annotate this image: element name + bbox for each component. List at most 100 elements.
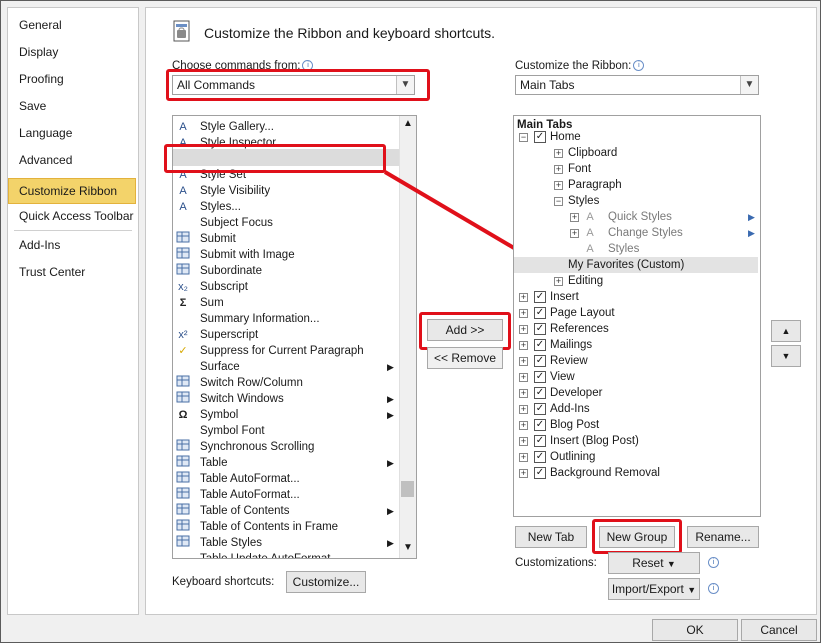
command-list-item[interactable]: Subject Focus [173, 215, 400, 231]
checkbox[interactable]: ✓ [534, 387, 546, 399]
expand-icon[interactable]: + [570, 229, 579, 238]
command-list-item[interactable]: Table AutoFormat... [173, 487, 400, 503]
expand-icon[interactable]: + [570, 213, 579, 222]
command-list-item[interactable]: ✓ Suppress for Current Paragraph [173, 343, 400, 359]
tree-item-custom-group[interactable]: My Favorites (Custom) [514, 257, 758, 273]
command-list-item[interactable]: x₂ Subscript [173, 279, 400, 295]
expand-icon[interactable]: + [519, 309, 528, 318]
checkbox[interactable]: ✓ [534, 323, 546, 335]
command-list-item[interactable]: Ω Symbol ▶ [173, 407, 400, 423]
command-list-item[interactable]: Table of Contents in Frame [173, 519, 400, 535]
cancel-button[interactable]: Cancel [741, 619, 817, 641]
tree-item-tab[interactable]: + ✓ Mailings [514, 337, 758, 353]
add-button[interactable]: Add >> [427, 319, 503, 341]
expand-icon[interactable]: + [519, 437, 528, 446]
new-group-button[interactable]: New Group [599, 526, 675, 548]
command-list-item[interactable]: Table AutoFormat... [173, 471, 400, 487]
command-list-item[interactable]: Subordinate [173, 263, 400, 279]
tree-item-tab[interactable]: + ✓ Background Removal [514, 465, 758, 481]
tree-item-tab[interactable]: + ✓ Insert [514, 289, 758, 305]
checkbox[interactable]: ✓ [534, 355, 546, 367]
command-list-item[interactable]: Submit with Image [173, 247, 400, 263]
tree-item-control[interactable]: A Styles [514, 241, 758, 257]
checkbox[interactable]: ✓ [534, 371, 546, 383]
expand-icon[interactable]: − [554, 197, 563, 206]
sidebar-item-language[interactable]: Language [19, 122, 72, 144]
ok-button[interactable]: OK [652, 619, 738, 641]
checkbox[interactable]: ✓ [534, 403, 546, 415]
expand-icon[interactable]: + [519, 421, 528, 430]
sidebar-item-add-ins[interactable]: Add-Ins [19, 234, 60, 256]
checkbox[interactable]: ✓ [534, 419, 546, 431]
command-list-item[interactable]: Switch Row/Column [173, 375, 400, 391]
sidebar-item-trust-center[interactable]: Trust Center [19, 261, 85, 283]
tree-item-tab[interactable]: + ✓ Page Layout [514, 305, 758, 321]
command-list-item[interactable]: Symbol Font [173, 423, 400, 439]
checkbox[interactable]: ✓ [534, 451, 546, 463]
tree-item-tab[interactable]: + ✓ Blog Post [514, 417, 758, 433]
expand-icon[interactable]: + [519, 405, 528, 414]
scroll-thumb[interactable] [401, 481, 414, 497]
command-list-item[interactable]: Summary Information... [173, 311, 400, 327]
checkbox[interactable]: ✓ [534, 131, 546, 143]
command-list-item[interactable]: Surface ▶ [173, 359, 400, 375]
expand-icon[interactable]: + [519, 341, 528, 350]
command-list-item[interactable]: Switch Windows ▶ [173, 391, 400, 407]
choose-commands-dropdown[interactable]: All Commands ▼ [172, 75, 415, 95]
checkbox[interactable]: ✓ [534, 307, 546, 319]
customize-ribbon-dropdown[interactable]: Main Tabs ▼ [515, 75, 759, 95]
move-down-button[interactable]: ▼ [771, 345, 801, 367]
expand-icon[interactable]: + [519, 325, 528, 334]
tree-item-tab[interactable]: + ✓ View [514, 369, 758, 385]
checkbox[interactable]: ✓ [534, 339, 546, 351]
command-list-item[interactable]: Submit [173, 231, 400, 247]
sidebar-item-advanced[interactable]: Advanced [19, 149, 72, 171]
command-list-item[interactable]: A Style Set [173, 167, 400, 183]
command-list-item[interactable]: Table Styles ▶ [173, 535, 400, 551]
command-list-item[interactable]: x² Superscript [173, 327, 400, 343]
expand-icon[interactable]: + [554, 165, 563, 174]
expand-icon[interactable]: + [519, 453, 528, 462]
command-list-item[interactable]: Synchronous Scrolling [173, 439, 400, 455]
expand-icon[interactable]: + [519, 469, 528, 478]
command-list-item[interactable]: Table of Contents ▶ [173, 503, 400, 519]
tree-item-control[interactable]: + A Quick Styles ▶ [514, 209, 758, 225]
command-list-item[interactable]: Table Update AutoFormat [173, 551, 400, 558]
sidebar-item-general[interactable]: General [19, 14, 62, 36]
tree-item-tab[interactable]: + ✓ Review [514, 353, 758, 369]
tree-item-editing[interactable]: + Editing [514, 273, 758, 289]
command-list-item[interactable]: Σ Sum [173, 295, 400, 311]
expand-icon[interactable]: + [519, 389, 528, 398]
tree-item-tab[interactable]: + ✓ References [514, 321, 758, 337]
scroll-down-icon[interactable]: ▼ [403, 542, 413, 553]
reset-button[interactable]: Reset ▼ [608, 552, 700, 574]
tree-item-group[interactable]: + Font [514, 161, 758, 177]
checkbox[interactable]: ✓ [534, 291, 546, 303]
expand-icon[interactable]: + [519, 293, 528, 302]
sidebar-item-customize-ribbon[interactable]: Customize Ribbon [19, 180, 117, 202]
tree-item-control[interactable]: + A Change Styles ▶ [514, 225, 758, 241]
tree-item-group[interactable]: + Paragraph [514, 177, 758, 193]
sidebar-item-proofing[interactable]: Proofing [19, 68, 64, 90]
command-list-item[interactable]: Table ▶ [173, 455, 400, 471]
expand-icon[interactable]: + [519, 357, 528, 366]
command-list-item[interactable]: A Style Visibility [173, 183, 400, 199]
sidebar-item-save[interactable]: Save [19, 95, 46, 117]
sidebar-item-quick-access-toolbar[interactable]: Quick Access Toolbar [19, 205, 134, 227]
new-tab-button[interactable]: New Tab [515, 526, 587, 548]
tree-item-tab[interactable]: + ✓ Developer [514, 385, 758, 401]
tree-item-tab[interactable]: + ✓ Add-Ins [514, 401, 758, 417]
expand-icon[interactable]: + [554, 181, 563, 190]
tree-item-group[interactable]: + Clipboard [514, 145, 758, 161]
expand-icon[interactable]: + [554, 149, 563, 158]
tree-item-tab[interactable]: + ✓ Outlining [514, 449, 758, 465]
tree-item-tab[interactable]: + ✓ Insert (Blog Post) [514, 433, 758, 449]
tree-item-home[interactable]: − ✓ Home [514, 129, 758, 145]
keyboard-customize-button[interactable]: Customize... [286, 571, 366, 593]
sidebar-item-display[interactable]: Display [19, 41, 58, 63]
collapse-icon[interactable]: − [519, 133, 528, 142]
import-export-button[interactable]: Import/Export ▼ [608, 578, 700, 600]
command-list-item[interactable]: A Style Gallery... [173, 119, 400, 135]
command-list-item[interactable]: A Styles... [173, 199, 400, 215]
remove-button[interactable]: << Remove [427, 347, 503, 369]
